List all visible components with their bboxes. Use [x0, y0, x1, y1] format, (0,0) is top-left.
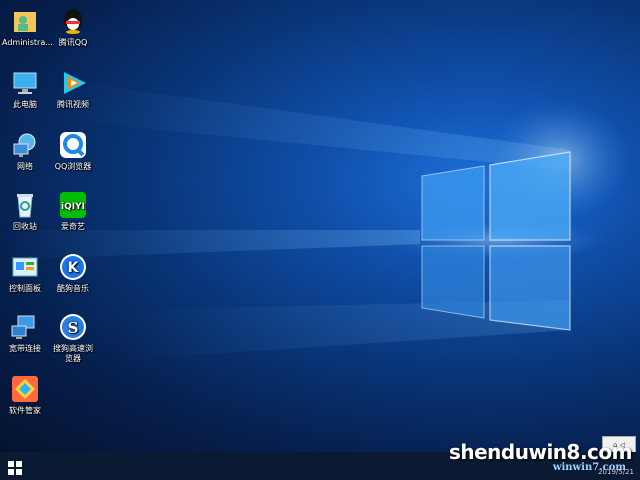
desktop-icon-label: 回收站: [13, 222, 37, 231]
svg-text:iQIYI: iQIYI: [61, 202, 85, 212]
software-manager-icon: [10, 374, 40, 404]
svg-text:K: K: [68, 260, 80, 276]
desktop-icon-label: QQ浏览器: [54, 162, 92, 171]
desktop-icon-this-pc[interactable]: 此电脑: [2, 68, 48, 110]
qq-browser-icon: [58, 130, 88, 160]
kugou-icon: K: [58, 252, 88, 282]
tencent-video-icon: [58, 68, 88, 98]
desktop-icon-broadband[interactable]: 宽带连接: [2, 312, 48, 354]
desktop-icon-label: 搜狗高速浏览器: [53, 344, 93, 363]
desktop-icon-label: 宽带连接: [9, 344, 41, 353]
desktop-icon-recycle-bin[interactable]: 回收站: [2, 190, 48, 232]
watermark-main: shenduwin8.com: [448, 440, 633, 464]
desktop-icon-label: 腾讯QQ: [58, 38, 88, 47]
desktop-icon-network[interactable]: 网络: [2, 130, 48, 172]
sogou-browser-icon: S: [58, 312, 88, 342]
desktop-icon-sogou-browser[interactable]: S 搜狗高速浏览器: [50, 312, 96, 364]
start-button[interactable]: [8, 460, 22, 475]
desktop-icon-administrator[interactable]: Administra...: [2, 6, 53, 48]
control-panel-icon: [10, 252, 40, 282]
recycle-bin-icon: [10, 190, 40, 220]
broadband-icon: [10, 312, 40, 342]
desktop-icon-label: 控制面板: [9, 284, 41, 293]
user-folder-icon: [10, 6, 40, 36]
desktop-icon-qq-browser[interactable]: QQ浏览器: [50, 130, 96, 172]
desktop-icon-label: Administra...: [2, 38, 53, 47]
desktop-icon-label: 爱奇艺: [61, 222, 85, 231]
desktop-icon-kugou[interactable]: K 酷狗音乐: [50, 252, 96, 294]
clock-date[interactable]: 2019/5/21: [598, 468, 634, 476]
desktop-icon-tencent-video[interactable]: 腾讯视频: [50, 68, 96, 110]
desktop-icon-software-manager[interactable]: 软件管家: [2, 374, 48, 416]
network-icon: [10, 130, 40, 160]
desktop-icon-label: 酷狗音乐: [57, 284, 89, 293]
desktop-icon-control-panel[interactable]: 控制面板: [2, 252, 48, 294]
svg-text:S: S: [68, 319, 79, 337]
iqiyi-icon: iQIYI: [58, 190, 88, 220]
desktop-icon-label: 此电脑: [13, 100, 37, 109]
windows-logo-light: [0, 80, 630, 360]
desktop-icon-iqiyi[interactable]: iQIYI 爱奇艺: [50, 190, 96, 232]
desktop-icon-label: 软件管家: [9, 406, 41, 415]
qq-penguin-icon: [58, 6, 88, 36]
computer-icon: [10, 68, 40, 98]
windows-logo-icon: [8, 461, 22, 475]
desktop-icon-label: 网络: [17, 162, 33, 171]
desktop-icon-label: 腾讯视频: [57, 100, 89, 109]
desktop-icon-qq[interactable]: 腾讯QQ: [50, 6, 96, 48]
desktop-background[interactable]: Administra... 腾讯QQ 此电脑 腾讯视频 网络 QQ浏览器 回收站…: [0, 0, 640, 452]
